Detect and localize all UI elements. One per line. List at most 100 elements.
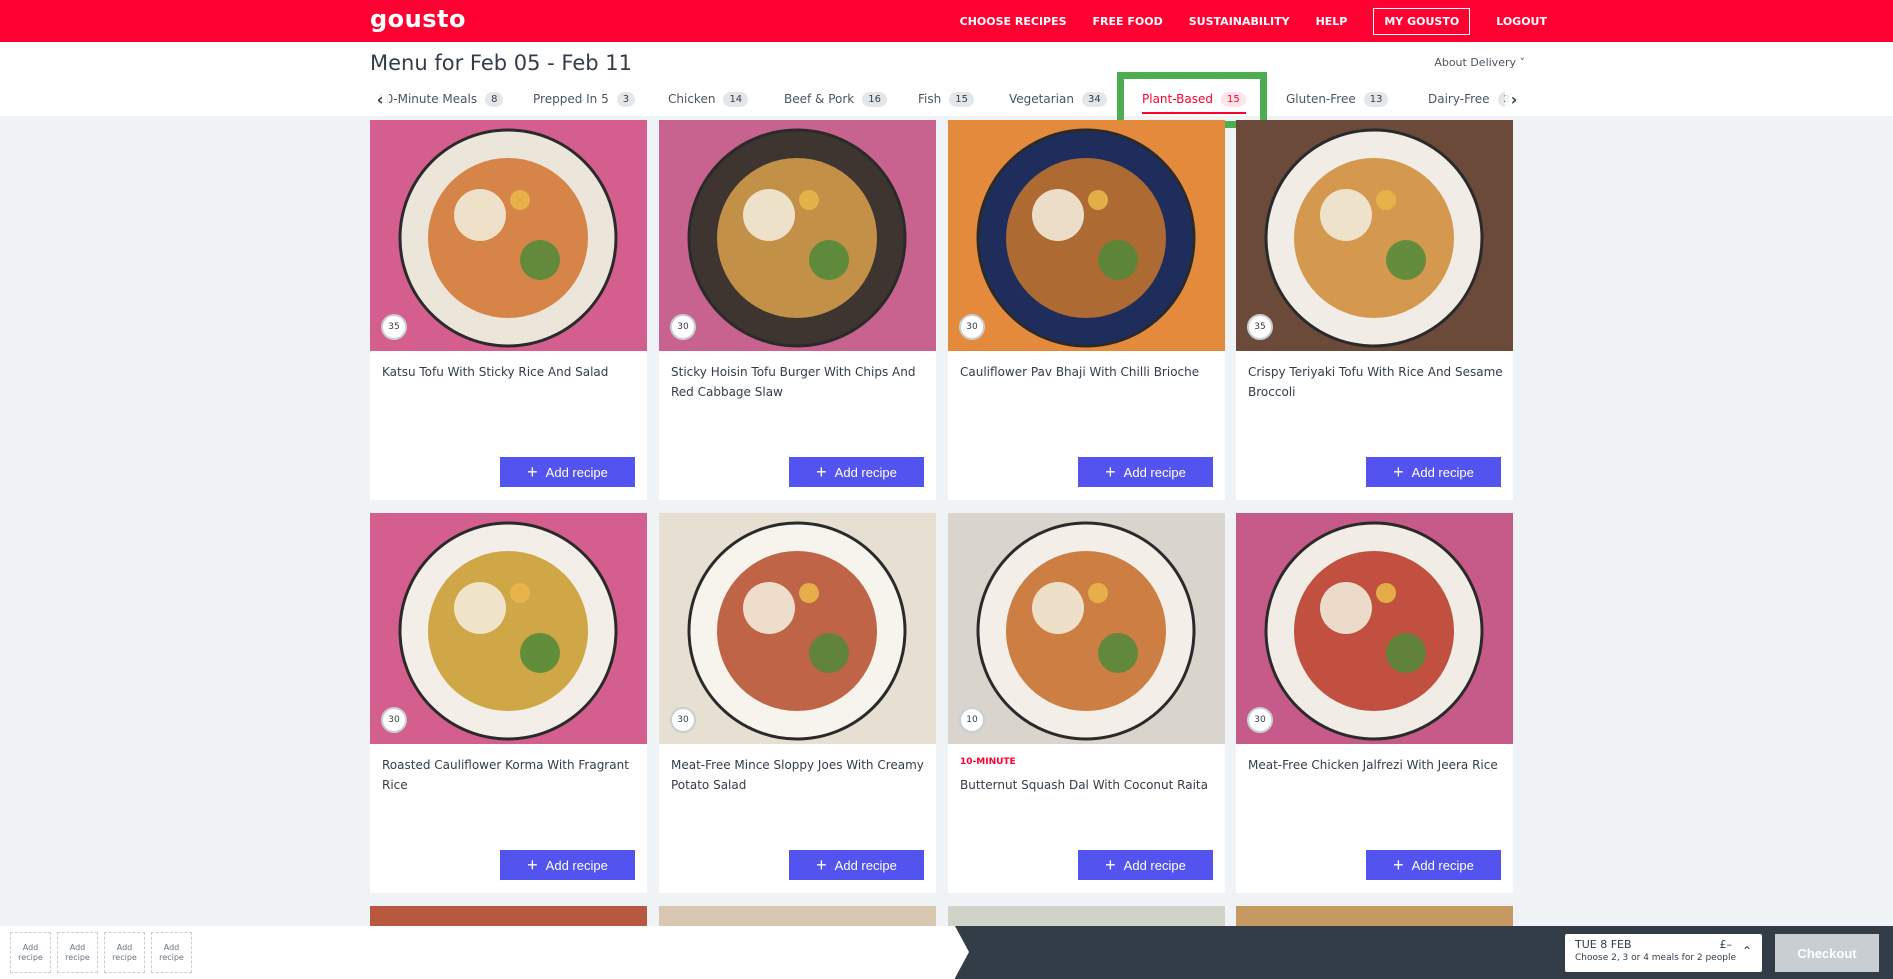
add-recipe-button[interactable]: + Add recipe xyxy=(1078,850,1213,880)
add-recipe-label: Add recipe xyxy=(1123,857,1186,873)
add-recipe-label: Add recipe xyxy=(1411,464,1474,480)
recipe-tag: 10-MINUTE xyxy=(960,757,1016,767)
recipe-card[interactable]: 30 Roasted Cauliflower Korma With Fragran… xyxy=(370,513,647,893)
tab-count-badge: 8 xyxy=(485,91,504,107)
recipe-card[interactable]: 30 Meat-Free Chicken Jalfrezi With Jeera … xyxy=(1236,513,1513,893)
recipe-title[interactable]: Meat-Free Mince Sloppy Joes With Creamy … xyxy=(671,755,929,795)
add-recipe-button[interactable]: + Add recipe xyxy=(1078,457,1213,487)
cook-time-badge: 35 xyxy=(1247,314,1273,340)
plus-icon: + xyxy=(1393,462,1404,482)
category-tabs: 10-Minute Meals 8 Prepped In 5 3 Chicken 14… xyxy=(370,84,1525,114)
tab-10-minute-meals[interactable]: 10-Minute Meals 8 xyxy=(378,84,504,114)
recipe-photo[interactable]: 35 xyxy=(370,120,647,351)
recipe-card-partial[interactable] xyxy=(370,906,647,926)
plus-icon: + xyxy=(816,462,827,482)
tab-vegetarian[interactable]: Vegetarian 34 xyxy=(1009,84,1107,114)
tab-fish[interactable]: Fish 15 xyxy=(918,84,974,114)
recipe-card[interactable]: 30 Sticky Hoisin Tofu Burger With Chips A… xyxy=(659,120,936,500)
tabs-scroll-right-icon[interactable]: › xyxy=(1505,84,1523,114)
recipe-card[interactable]: 35 Katsu Tofu With Sticky Rice And Salad +… xyxy=(370,120,647,500)
chevron-up-icon: ⌃ xyxy=(1741,944,1752,958)
plus-icon: + xyxy=(1105,855,1116,875)
cook-time-badge: 30 xyxy=(959,314,985,340)
add-recipe-button[interactable]: + Add recipe xyxy=(500,457,635,487)
checkout-button[interactable]: Checkout xyxy=(1775,934,1879,972)
nav-logout[interactable]: LOGOUT xyxy=(1496,15,1547,28)
tab-label: Gluten-Free xyxy=(1286,92,1356,106)
menu-header: Menu for Feb 05 - Feb 11 About Delivery … xyxy=(0,42,1893,116)
recipe-title[interactable]: Cauliflower Pav Bhaji With Chilli Brioch… xyxy=(960,362,1218,382)
add-recipe-button[interactable]: + Add recipe xyxy=(789,850,924,880)
recipe-photo[interactable]: 30 xyxy=(948,120,1225,351)
recipe-card[interactable]: 35 Crispy Teriyaki Tofu With Rice And Ses… xyxy=(1236,120,1513,500)
cook-time-badge: 10 xyxy=(959,707,985,733)
tab-count-badge: 3 xyxy=(616,91,636,107)
add-recipe-button[interactable]: + Add recipe xyxy=(789,457,924,487)
main-nav: CHOOSE RECIPES FREE FOOD SUSTAINABILITY … xyxy=(934,0,1547,42)
nav-choose-recipes[interactable]: CHOOSE RECIPES xyxy=(960,15,1067,28)
gousto-logo[interactable]: gousto xyxy=(370,5,466,33)
recipe-title[interactable]: Katsu Tofu With Sticky Rice And Salad xyxy=(382,362,640,382)
recipe-card[interactable]: 30 Meat-Free Mince Sloppy Joes With Cream… xyxy=(659,513,936,893)
tab-label: Dairy-Free xyxy=(1428,92,1490,106)
tab-gluten-free[interactable]: Gluten-Free 13 xyxy=(1286,84,1389,114)
cook-time-badge: 30 xyxy=(670,707,696,733)
recipe-card[interactable]: 10 10-MINUTE Butternut Squash Dal With Coc… xyxy=(948,513,1225,893)
add-recipe-button[interactable]: + Add recipe xyxy=(1366,457,1501,487)
tab-count-badge: 34 xyxy=(1081,91,1107,107)
tab-count-badge: 15 xyxy=(949,91,974,107)
basket-price: £– xyxy=(1719,938,1733,951)
recipe-slots: Add recipe Add recipe Add recipe Add rec… xyxy=(10,932,192,973)
recipe-slot[interactable]: Add recipe xyxy=(10,932,51,973)
nav-sustainability[interactable]: SUSTAINABILITY xyxy=(1189,15,1290,28)
tab-prepped-in-5[interactable]: Prepped In 5 3 xyxy=(533,84,636,114)
tab-label: Beef & Pork xyxy=(784,92,855,106)
tab-count-badge: 14 xyxy=(723,91,749,107)
recipe-photo[interactable]: 30 xyxy=(370,513,647,744)
delivery-hint: Choose 2, 3 or 4 meals for 2 people xyxy=(1575,953,1736,963)
recipe-title[interactable]: Sticky Hoisin Tofu Burger With Chips And… xyxy=(671,362,929,402)
nav-my-gousto-button[interactable]: MY GOUSTO xyxy=(1373,7,1471,35)
recipe-card[interactable]: 30 Cauliflower Pav Bhaji With Chilli Brio… xyxy=(948,120,1225,500)
add-recipe-label: Add recipe xyxy=(834,464,897,480)
cook-time-badge: 30 xyxy=(1247,707,1273,733)
recipe-title[interactable]: Roasted Cauliflower Korma With Fragrant … xyxy=(382,755,640,795)
tab-count-badge: 13 xyxy=(1363,91,1389,107)
plus-icon: + xyxy=(1105,462,1116,482)
nav-free-food[interactable]: FREE FOOD xyxy=(1093,15,1163,28)
tab-beef-pork[interactable]: Beef & Pork 16 xyxy=(784,84,887,114)
add-recipe-label: Add recipe xyxy=(1123,464,1186,480)
tab-label: Vegetarian xyxy=(1009,92,1074,106)
tab-count-badge: 16 xyxy=(862,91,887,107)
recipe-card-partial[interactable] xyxy=(948,906,1225,926)
add-recipe-button[interactable]: + Add recipe xyxy=(500,850,635,880)
footer-divider xyxy=(955,926,969,978)
recipe-photo[interactable]: 30 xyxy=(659,120,936,351)
recipe-slot[interactable]: Add recipe xyxy=(57,932,98,973)
recipe-title[interactable]: Crispy Teriyaki Tofu With Rice And Sesam… xyxy=(1248,362,1506,402)
recipe-slot[interactable]: Add recipe xyxy=(104,932,145,973)
add-recipe-label: Add recipe xyxy=(545,857,608,873)
recipe-photo[interactable]: 10 xyxy=(948,513,1225,744)
tab-chicken[interactable]: Chicken 14 xyxy=(668,84,749,114)
recipe-card-partial[interactable] xyxy=(659,906,936,926)
cook-time-badge: 30 xyxy=(381,707,407,733)
recipe-photo[interactable]: 30 xyxy=(659,513,936,744)
recipe-slot[interactable]: Add recipe xyxy=(151,932,192,973)
top-navbar: gousto CHOOSE RECIPES FREE FOOD SUSTAINA… xyxy=(0,0,1893,42)
plus-icon: + xyxy=(527,462,538,482)
recipe-title[interactable]: Butternut Squash Dal With Coconut Raita xyxy=(960,775,1218,795)
delivery-summary[interactable]: TUE 8 FEB Choose 2, 3 or 4 meals for 2 p… xyxy=(1565,934,1762,972)
recipe-photo[interactable]: 35 xyxy=(1236,120,1513,351)
tabs-scroll-left-icon[interactable]: ‹ xyxy=(371,84,389,114)
add-recipe-button[interactable]: + Add recipe xyxy=(1366,850,1501,880)
add-recipe-label: Add recipe xyxy=(1411,857,1474,873)
recipe-card-partial[interactable] xyxy=(1236,906,1513,926)
tab-dairy-free[interactable]: Dairy-Free2 xyxy=(1428,84,1516,114)
recipe-title[interactable]: Meat-Free Chicken Jalfrezi With Jeera Ri… xyxy=(1248,755,1506,775)
tab-label: 10-Minute Meals xyxy=(378,92,478,106)
nav-help[interactable]: HELP xyxy=(1316,15,1348,28)
about-delivery-dropdown[interactable]: About Delivery ˅ xyxy=(1434,56,1525,69)
recipe-photo[interactable]: 30 xyxy=(1236,513,1513,744)
cook-time-badge: 35 xyxy=(381,314,407,340)
